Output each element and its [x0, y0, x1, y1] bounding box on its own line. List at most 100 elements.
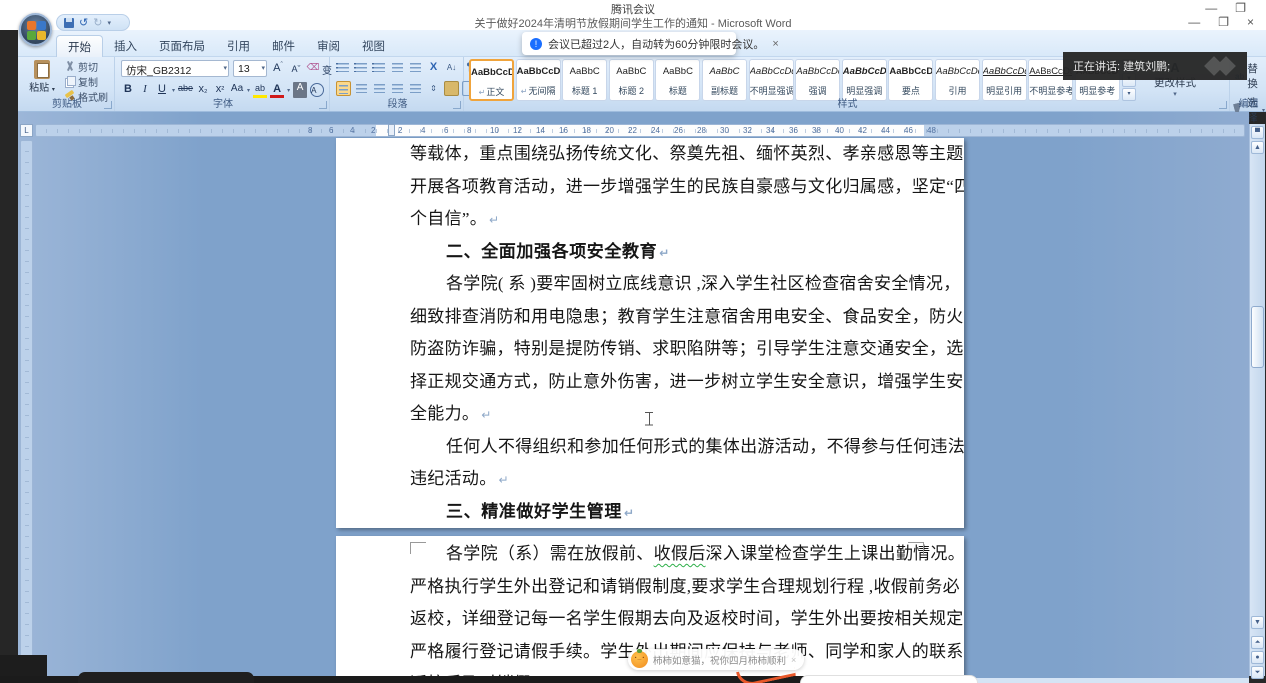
scroll-up-icon[interactable]: ▲ [1251, 141, 1264, 154]
ruler-number: 8 [308, 126, 312, 135]
multilevel-list-button[interactable] [372, 60, 387, 75]
ruler-number: 4 [350, 126, 354, 135]
doc-line: 等载体，重点围绕弘扬传统文化、祭奠先祖、缅怀英烈、孝亲感恩等主题 [336, 138, 964, 171]
clipboard-group: 粘贴 ▾ 剪切 复制 格式刷 剪贴板 [20, 57, 115, 111]
horizontal-ruler[interactable]: 8642246810121416182022242628303234363840… [35, 124, 1245, 137]
undo-icon[interactable]: ↺ [79, 18, 88, 28]
scrollbar-thumb[interactable] [1251, 306, 1264, 368]
word-minimize-button[interactable]: — [1188, 15, 1200, 29]
paragraph-group: X A↓ ¶ ⇕ 段落 [332, 57, 464, 111]
save-icon[interactable] [64, 18, 74, 28]
ruler-number: 4 [421, 126, 425, 135]
browse-object-icon[interactable]: ● [1251, 651, 1264, 664]
word-close-button[interactable]: × [1247, 15, 1254, 29]
styles-group-label: 样式 [466, 95, 1229, 110]
info-icon: ! [530, 38, 542, 50]
spellcheck-underline: 收假后 [654, 544, 706, 563]
chevron-down-icon[interactable]: ▾ [261, 64, 265, 72]
office-logo-icon [27, 21, 36, 30]
ruler-number: 18 [582, 126, 591, 135]
word-window-title: 关于做好2024年清明节放假期间学生工作的通知 - Microsoft Word [0, 15, 1266, 31]
quick-access-toolbar: ↺ ↻ ▾ [56, 14, 130, 31]
ruler-number: 16 [559, 126, 568, 135]
align-right-button[interactable] [372, 81, 387, 96]
ruler-number: 6 [329, 126, 333, 135]
bullets-button[interactable] [336, 60, 351, 75]
vertical-ruler[interactable] [20, 140, 33, 660]
document-page-1[interactable]: 等载体，重点围绕弘扬传统文化、祭奠先祖、缅怀英烈、孝亲感恩等主题开展各项教育活动… [336, 138, 964, 528]
title-bar: 腾讯会议 关于做好2024年清明节放假期间学生工作的通知 - Microsoft… [0, 0, 1266, 30]
sort-button[interactable]: A↓ [444, 60, 459, 75]
doc-line: 防盗防诈骗，特别是提防传销、求职陷阱等；引导学生注意交通安全，选 [336, 333, 964, 366]
tab-selector-button[interactable]: L [20, 124, 33, 137]
office-button[interactable] [19, 13, 52, 46]
meeting-maximize-button[interactable]: ❐ [1235, 1, 1246, 15]
increase-indent-button[interactable] [408, 60, 423, 75]
ruler-number: 12 [513, 126, 522, 135]
clipboard-group-label: 剪贴板 [20, 95, 114, 110]
meeting-background-edge [0, 30, 18, 683]
doc-line: 三、精准做好学生管理↵ [336, 496, 964, 529]
font-name-combo[interactable]: 仿宋_GB2312▾ [121, 60, 229, 77]
paste-button[interactable]: 粘贴 ▾ [24, 59, 60, 99]
tab-页面布局[interactable]: 页面布局 [148, 35, 216, 57]
tab-开始[interactable]: 开始 [56, 35, 103, 57]
paragraph-dialog-launcher[interactable] [453, 101, 461, 109]
font-dialog-launcher[interactable] [319, 101, 327, 109]
doc-line: 返校，详细登记每一名学生假期去向及返校时间，学生外出要按相关规定 [336, 603, 964, 636]
previous-page-icon[interactable]: ⏶ [1251, 636, 1264, 649]
align-left-button[interactable] [408, 81, 423, 96]
ruler-number: 14 [536, 126, 545, 135]
qat-dropdown-icon[interactable]: ▾ [107, 19, 111, 27]
decrease-indent-button[interactable] [390, 60, 405, 75]
doc-line: 违纪活动。↵ [336, 463, 964, 496]
meeting-minimize-button[interactable]: — [1205, 1, 1217, 15]
ruler-number: 42 [858, 126, 867, 135]
doc-line: 各学院( 系 )要牢固树立底线意识 ,深入学生社区检查宿舍安全情况， [336, 268, 964, 301]
vertical-scrollbar[interactable]: ▀ ▲ ▼ ⏶ ● ⏷ [1249, 124, 1265, 676]
meeting-toolbar-peek[interactable] [78, 672, 254, 683]
styles-dialog-launcher[interactable] [1219, 101, 1227, 109]
tab-引用[interactable]: 引用 [216, 35, 261, 57]
chevron-down-icon[interactable]: ▾ [223, 64, 227, 72]
persimmon-icon [631, 651, 648, 668]
shading-button[interactable] [444, 81, 459, 96]
font-group: 仿宋_GB2312▾ 13▾ Aˆ Aˇ ⌫ 变 B I U▾ abe x₂ x… [117, 57, 330, 111]
next-page-icon[interactable]: ⏷ [1251, 666, 1264, 679]
grow-font-button[interactable]: Aˆ [270, 60, 286, 77]
document-workspace: 等载体，重点围绕弘扬传统文化、祭奠先祖、缅怀英烈、孝亲感恩等主题开展各项教育活动… [18, 112, 1249, 683]
tab-审阅[interactable]: 审阅 [306, 35, 351, 57]
asian-layout-button[interactable]: X [426, 60, 441, 75]
ruler-number: 46 [904, 126, 913, 135]
indent-marker[interactable] [388, 124, 395, 136]
align-justify-button[interactable] [336, 81, 351, 96]
align-center-button[interactable] [354, 81, 369, 96]
redo-icon[interactable]: ↻ [93, 18, 102, 28]
line-spacing-button[interactable]: ⇕ [426, 81, 441, 96]
font-size-combo[interactable]: 13▾ [233, 60, 267, 77]
editing-group-label: 编辑 [1232, 95, 1265, 110]
numbering-button[interactable] [354, 60, 369, 75]
word-window-controls: — ❐ × [1188, 15, 1254, 29]
tab-插入[interactable]: 插入 [103, 35, 148, 57]
shrink-font-button[interactable]: Aˇ [288, 60, 304, 77]
word-restore-button[interactable]: ❐ [1218, 15, 1229, 29]
split-handle-icon[interactable]: ▀ [1251, 126, 1264, 139]
clipboard-dialog-launcher[interactable] [104, 101, 112, 109]
doc-line: 任何人不得组织和参加任何形式的集体出游活动，不得参与任何违法 [336, 431, 964, 464]
meeting-duration-toast: ! 会议已超过2人，自动转为60分钟限时会议。 × [522, 32, 736, 55]
tab-视图[interactable]: 视图 [351, 35, 396, 57]
toast-close-icon[interactable]: × [772, 38, 778, 50]
cut-button[interactable]: 剪切 [64, 60, 108, 73]
doc-line: 各学院（系）需在放假前、收假后深入课堂检查学生上课出勤情况。 [336, 538, 964, 571]
align-distribute-button[interactable] [390, 81, 405, 96]
screen: 腾讯会议 关于做好2024年清明节放假期间学生工作的通知 - Microsoft… [0, 0, 1266, 683]
ruler-number: 40 [835, 126, 844, 135]
copy-icon [64, 76, 75, 87]
ruler-number: 2 [371, 126, 375, 135]
copy-button[interactable]: 复制 [64, 75, 108, 88]
scroll-down-icon[interactable]: ▼ [1251, 616, 1264, 629]
ruler-number: 20 [605, 126, 614, 135]
doc-line: 择正规交通方式，防止意外伤害，进一步树立学生安全意识，增强学生安 [336, 366, 964, 399]
tab-邮件[interactable]: 邮件 [261, 35, 306, 57]
